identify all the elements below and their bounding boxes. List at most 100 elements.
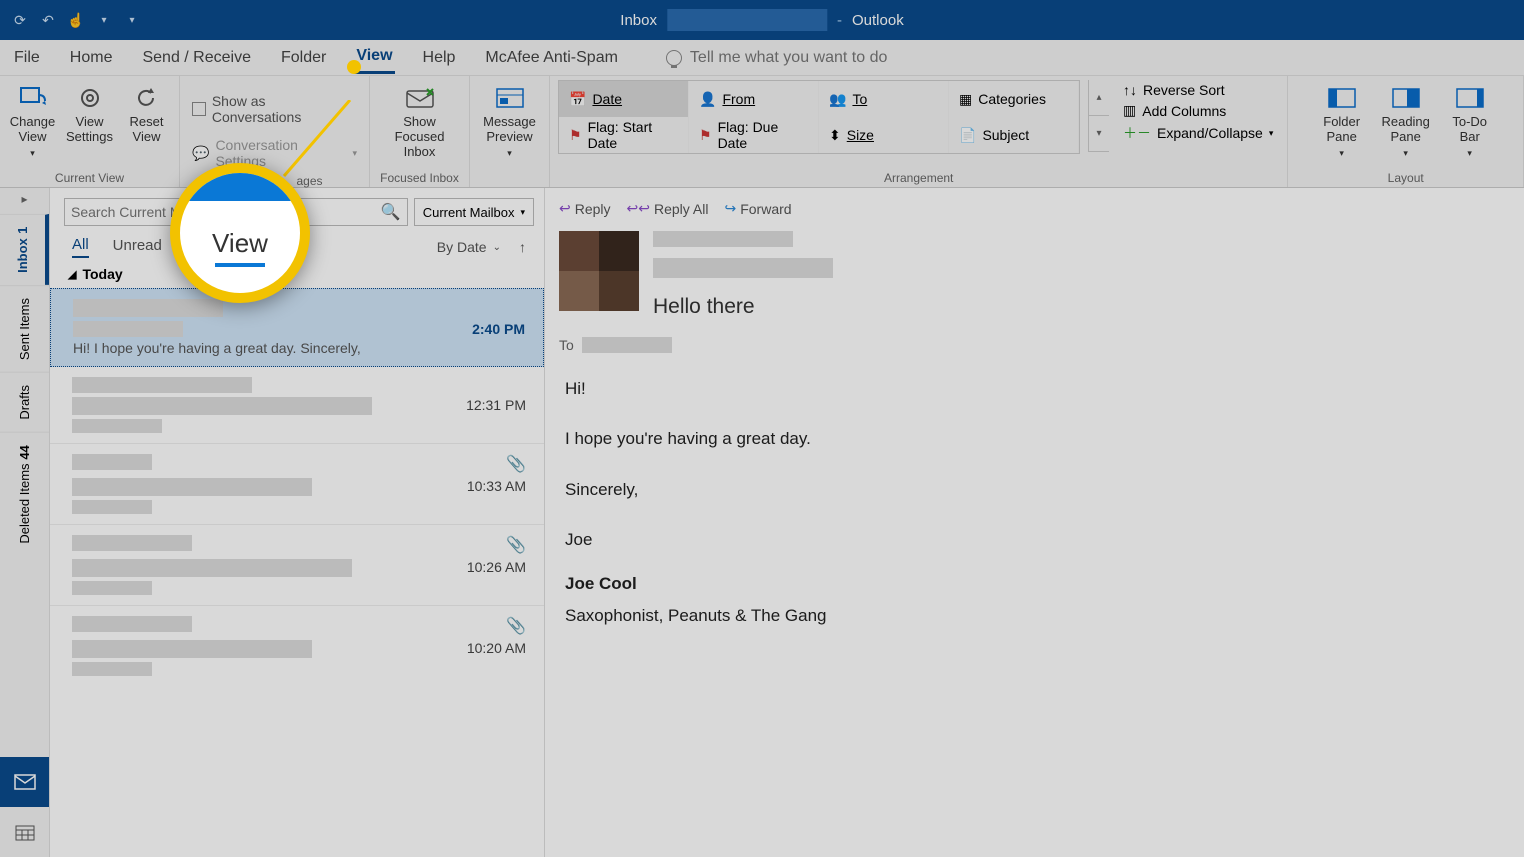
- folder-inbox[interactable]: Inbox 1: [0, 214, 49, 285]
- arrange-by-subject[interactable]: 📄Subject: [949, 117, 1079, 153]
- tab-file[interactable]: File: [12, 43, 42, 73]
- attachment-icon: 📎: [506, 454, 526, 474]
- gallery-up-button[interactable]: ▴: [1089, 80, 1109, 116]
- from-icon: 👤: [699, 91, 716, 108]
- sort-direction-icon[interactable]: ↑: [519, 239, 526, 255]
- message-time: 12:31 PM: [466, 397, 526, 415]
- change-view-button[interactable]: Change View▾: [8, 80, 57, 158]
- add-columns-button[interactable]: ▥Add Columns: [1123, 102, 1273, 119]
- highlight-anchor-dot: [347, 60, 361, 74]
- reading-pane-button[interactable]: Reading Pane▾: [1378, 80, 1434, 158]
- message-preview-button[interactable]: Message Preview▾: [478, 80, 541, 158]
- to-label: To: [559, 337, 574, 353]
- sort-dropdown[interactable]: By Date⌄ ↑: [437, 239, 526, 255]
- flag-icon: ⚑: [699, 127, 712, 144]
- arrange-by-flag-due[interactable]: ⚑Flag: Due Date: [689, 117, 819, 153]
- highlight-lead-line: [280, 100, 360, 180]
- view-settings-button[interactable]: View Settings: [65, 80, 114, 145]
- reply-all-button[interactable]: ↩↩Reply All: [627, 200, 709, 217]
- group-label-layout: Layout: [1296, 169, 1515, 187]
- folder-drafts[interactable]: Drafts: [0, 372, 49, 432]
- expand-rail-button[interactable]: ▸: [0, 188, 49, 214]
- filter-all[interactable]: All: [72, 236, 89, 258]
- add-columns-icon: ▥: [1123, 102, 1136, 119]
- focused-inbox-icon: [403, 84, 437, 112]
- mail-module-button[interactable]: [0, 757, 49, 807]
- reset-view-button[interactable]: Reset View: [122, 80, 171, 145]
- title-bar: ⟳ ↶ ☝ ▾ ▾ Inbox - Outlook: [0, 0, 1524, 40]
- expand-collapse-button[interactable]: ＋－Expand/Collapse▾: [1123, 123, 1273, 143]
- search-icon[interactable]: 🔍: [381, 202, 401, 222]
- undo-icon[interactable]: ↶: [38, 10, 58, 30]
- message-time: 2:40 PM: [472, 321, 525, 337]
- title-app-name: Outlook: [852, 12, 904, 29]
- gallery-down-button[interactable]: ▾: [1089, 116, 1109, 152]
- message-item[interactable]: 📎 10:26 AM: [50, 525, 544, 606]
- signature-title: Saxophonist, Peanuts & The Gang: [565, 600, 1504, 632]
- folder-deleted-items[interactable]: Deleted Items 44: [0, 432, 49, 556]
- tab-folder[interactable]: Folder: [279, 43, 328, 73]
- message-item[interactable]: 2:40 PM Hi! I hope you're having a great…: [50, 288, 544, 367]
- message-item[interactable]: 📎 10:33 AM: [50, 444, 544, 525]
- group-label-current-view: Current View: [8, 169, 171, 187]
- highlight-lens: View: [170, 163, 310, 303]
- tab-send-receive[interactable]: Send / Receive: [140, 43, 253, 73]
- to-recipient-redacted: [582, 337, 672, 353]
- attachment-icon: 📎: [506, 616, 526, 636]
- arrange-by-categories[interactable]: ▦Categories: [949, 81, 1079, 117]
- arrange-by-size[interactable]: ⬍Size: [819, 117, 949, 153]
- group-label-arrangement: Arrangement: [558, 169, 1279, 187]
- reading-pane: ↩Reply ↩↩Reply All ↪Forward Hello there …: [545, 188, 1524, 857]
- folder-sent-items[interactable]: Sent Items: [0, 285, 49, 372]
- message-preview-icon: [493, 84, 527, 112]
- filter-unread[interactable]: Unread: [113, 237, 162, 257]
- tell-me-label: Tell me what you want to do: [690, 49, 887, 67]
- gear-icon: [73, 84, 107, 112]
- folder-pane-button[interactable]: Folder Pane▾: [1314, 80, 1370, 158]
- folder-rail: ▸ Inbox 1 Sent Items Drafts Deleted Item…: [0, 188, 50, 857]
- show-focused-inbox-button[interactable]: Show Focused Inbox: [378, 80, 461, 160]
- message-item[interactable]: 12:31 PM: [50, 367, 544, 444]
- lens-label: View: [212, 228, 268, 259]
- touch-mode-icon[interactable]: ☝: [66, 10, 86, 30]
- tab-help[interactable]: Help: [421, 43, 458, 73]
- arrange-by-to[interactable]: 👥To: [819, 81, 949, 117]
- calendar-module-button[interactable]: [0, 807, 49, 857]
- arrange-by-date[interactable]: 📅Date: [559, 81, 689, 117]
- attachment-icon: 📎: [506, 535, 526, 555]
- search-scope-dropdown[interactable]: Current Mailbox▾: [414, 198, 534, 226]
- tab-mcafee[interactable]: McAfee Anti-Spam: [483, 43, 620, 73]
- qat-more-icon[interactable]: ▾: [122, 10, 142, 30]
- message-time: 10:26 AM: [467, 559, 526, 577]
- forward-icon: ↪: [724, 200, 736, 217]
- message-time: 10:33 AM: [467, 478, 526, 496]
- reply-all-icon: ↩↩: [627, 200, 650, 217]
- sender-avatar: [559, 231, 639, 311]
- group-label-focused: Focused Inbox: [378, 169, 461, 187]
- arrange-by-from[interactable]: 👤From: [689, 81, 819, 117]
- refresh-icon[interactable]: ⟳: [10, 10, 30, 30]
- message-list-pane: 🔍 Current Mailbox▾ All Unread By Date⌄ ↑…: [50, 188, 545, 857]
- todo-bar-button[interactable]: To-Do Bar▾: [1442, 80, 1498, 158]
- message-item[interactable]: 📎 10:20 AM: [50, 606, 544, 686]
- todo-bar-icon: [1453, 84, 1487, 112]
- message-preview: Hi! I hope you're having a great day. Si…: [73, 340, 525, 356]
- reply-button[interactable]: ↩Reply: [559, 200, 611, 217]
- size-icon: ⬍: [829, 127, 841, 144]
- folder-pane-icon: [1325, 84, 1359, 112]
- categories-icon: ▦: [959, 91, 972, 108]
- tell-me-search[interactable]: Tell me what you want to do: [666, 49, 887, 67]
- collapse-icon: ◢: [68, 268, 76, 281]
- subject-icon: 📄: [959, 127, 976, 144]
- ribbon-tabs: File Home Send / Receive Folder View Hel…: [0, 40, 1524, 76]
- flag-icon: ⚑: [569, 127, 582, 144]
- bulb-icon: [666, 50, 682, 66]
- qat-dropdown-icon[interactable]: ▾: [94, 10, 114, 30]
- forward-button[interactable]: ↪Forward: [724, 200, 791, 217]
- arrange-by-flag-start[interactable]: ⚑Flag: Start Date: [559, 117, 689, 153]
- signature-name: Joe Cool: [565, 568, 1504, 600]
- calendar-icon: 📅: [569, 91, 586, 108]
- tab-home[interactable]: Home: [68, 43, 115, 73]
- reply-icon: ↩: [559, 200, 571, 217]
- reverse-sort-button[interactable]: ↑↓Reverse Sort: [1123, 82, 1273, 98]
